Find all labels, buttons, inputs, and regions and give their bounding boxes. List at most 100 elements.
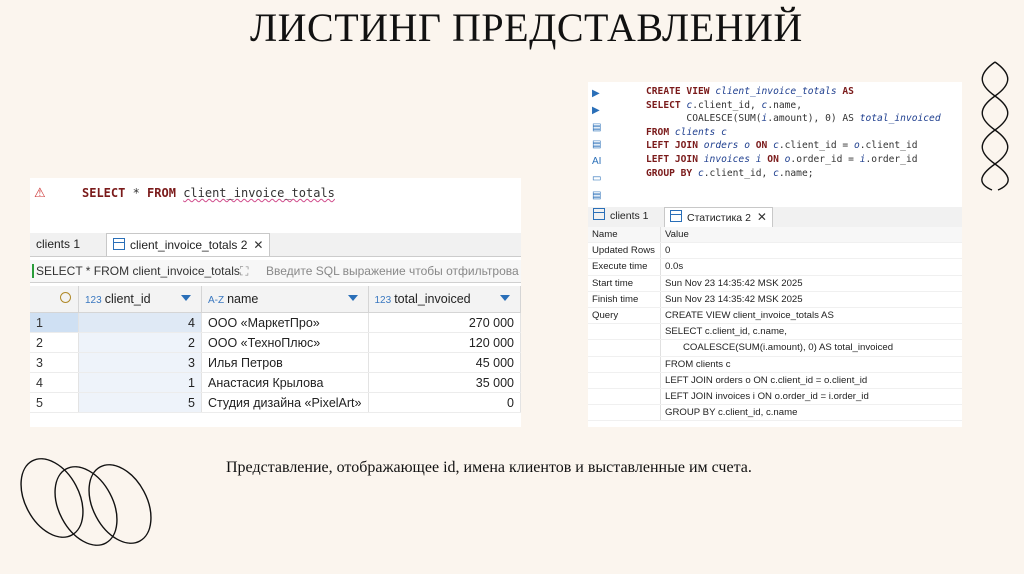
history-icon[interactable]: ▤ <box>592 136 608 153</box>
cell-name[interactable]: ООО «ТехноПлюс» <box>201 332 369 353</box>
number-type-icon: 123 <box>374 295 392 306</box>
query-line: LEFT JOIN invoices i ON o.order_id = i.o… <box>660 388 962 406</box>
column-header-name: Name <box>588 227 661 244</box>
cell-client-id[interactable]: 3 <box>78 352 202 373</box>
statistics-row[interactable]: Query CREATE VIEW client_invoice_totals A… <box>588 307 962 325</box>
cell-name[interactable]: Илья Петров <box>201 352 369 373</box>
query-line: LEFT JOIN orders o ON c.client_id = o.cl… <box>660 372 962 389</box>
row-number-header <box>30 286 79 313</box>
cell-total[interactable]: 35 000 <box>368 372 521 393</box>
decor-ellipse-3 <box>88 464 152 544</box>
tab-label: client_invoice_totals 2 <box>130 238 248 252</box>
statistics-row[interactable]: Start time Sun Nov 23 14:35:42 MSK 2025 <box>588 275 962 292</box>
code-token: .name, <box>767 99 802 111</box>
close-icon[interactable]: ✕ <box>253 238 263 252</box>
query-line-row: SELECT c.client_id, c.name, <box>588 323 962 341</box>
code-token: .amount), 0) AS <box>767 113 860 125</box>
cell-name[interactable]: ООО «МаркетПро» <box>201 312 369 333</box>
table-row[interactable]: 5 5 Студия дизайна «PixelArt» 0 <box>30 392 521 413</box>
view-statistics-screenshot: ▶ ▶ ▤ ▤ AI ▭ ▤ CREATE VIEW client_invoic… <box>588 82 962 427</box>
cell-total[interactable]: 45 000 <box>368 352 521 373</box>
sql-keyword-from: FROM <box>147 186 176 200</box>
format-icon[interactable]: ▤ <box>592 187 608 204</box>
stat-name: Finish time <box>588 291 661 308</box>
sql-star: * <box>125 186 148 200</box>
cell-total[interactable]: 0 <box>368 392 521 413</box>
code-token: clients c <box>674 126 727 138</box>
select-all-icon[interactable] <box>60 292 71 303</box>
cell-total[interactable]: 120 000 <box>368 332 521 353</box>
empty-cell <box>588 339 661 357</box>
slide-caption: Представление, отображающее id, имена кл… <box>226 459 752 476</box>
code-token: ON <box>749 140 774 152</box>
stat-value: 0 <box>660 242 962 260</box>
filter-bar[interactable]: SELECT * FROM client_invoice_totals ⛶ Вв… <box>30 260 521 283</box>
query-line: COALESCE(SUM(i.amount), 0) AS total_invo… <box>660 339 962 357</box>
table-icon <box>593 208 605 220</box>
cell-client-id[interactable]: 1 <box>78 372 202 393</box>
table-icon <box>113 238 125 250</box>
table-row[interactable]: 4 1 Анастасия Крылова 35 000 <box>30 372 521 393</box>
warning-icon: ⚠ <box>34 185 46 200</box>
slide-title: ЛИСТИНГ ПРЕДСТАВЛЕНИЙ <box>250 5 803 50</box>
tab-clients[interactable]: clients 1 <box>588 207 654 226</box>
query-line-row: COALESCE(SUM(i.amount), 0) AS total_invo… <box>588 339 962 357</box>
sort-icon[interactable] <box>347 295 358 301</box>
cell-client-id[interactable]: 4 <box>78 312 202 333</box>
query-line: FROM clients c <box>660 356 962 373</box>
code-token: COALESCE(SUM( <box>646 113 762 125</box>
statistics-table: Name Value Updated Rows 0 Execute time 0.0… <box>588 227 962 422</box>
decor-ellipse-1 <box>20 458 84 538</box>
row-number: 3 <box>30 352 79 373</box>
empty-cell <box>588 404 661 422</box>
expand-icon[interactable]: ⛶ <box>240 264 248 279</box>
table-row[interactable]: 3 3 Илья Петров 45 000 <box>30 352 521 373</box>
code-token: AS <box>836 86 854 97</box>
tab-label: clients 1 <box>610 210 649 222</box>
filter-marker <box>32 264 34 278</box>
ai-icon[interactable]: AI <box>592 153 608 170</box>
tab-client-invoice-totals[interactable]: client_invoice_totals 2 ✕ <box>106 233 271 256</box>
close-icon[interactable]: ✕ <box>757 210 767 224</box>
cell-client-id[interactable]: 5 <box>78 392 202 413</box>
tab-clients[interactable]: clients 1 <box>30 233 86 255</box>
query-line-row: FROM clients c <box>588 356 962 373</box>
column-header-total-invoiced[interactable]: 123 total_invoiced <box>368 286 521 313</box>
table-row[interactable]: 2 2 ООО «ТехноПлюс» 120 000 <box>30 332 521 353</box>
column-header-client-id[interactable]: 123 client_id <box>78 286 202 313</box>
tab-statistics[interactable]: Статистика 2 ✕ <box>664 207 773 227</box>
cell-total[interactable]: 270 000 <box>368 312 521 333</box>
run-script-icon[interactable]: ▶ <box>592 102 608 119</box>
empty-cell <box>588 372 661 389</box>
tab-label: Статистика 2 <box>687 212 751 224</box>
stat-name: Execute time <box>588 258 661 276</box>
statistics-row[interactable]: Execute time 0.0s <box>588 258 962 276</box>
filter-input[interactable]: Введите SQL выражение чтобы отфильтрова <box>266 264 519 278</box>
editor-toolbar: ▶ ▶ ▤ ▤ AI ▭ ▤ <box>592 85 608 204</box>
terminal-icon[interactable]: ▭ <box>592 170 608 187</box>
stat-name: Query <box>588 307 661 325</box>
result-tabs: clients 1 Статистика 2 ✕ <box>588 207 962 228</box>
cell-name[interactable]: Студия дизайна «PixelArt» <box>201 392 369 413</box>
statistics-row[interactable]: Finish time Sun Nov 23 14:35:42 MSK 2025 <box>588 291 962 308</box>
decor-ellipse-2 <box>54 466 118 546</box>
cell-name[interactable]: Анастасия Крылова <box>201 372 369 393</box>
sort-icon[interactable] <box>500 295 510 301</box>
query-line-row: LEFT JOIN invoices i ON o.order_id = i.o… <box>588 388 962 406</box>
sql-editor[interactable]: ⚠ SELECT * FROM client_invoice_totals <box>30 178 521 230</box>
cell-client-id[interactable]: 2 <box>78 332 202 353</box>
column-header-name[interactable]: A-Z name <box>201 286 369 313</box>
table-row[interactable]: 1 4 ООО «МаркетПро» 270 000 <box>30 312 521 333</box>
sql-view-name: client_invoice_totals <box>183 186 335 200</box>
stat-name: Start time <box>588 275 661 292</box>
query-line: GROUP BY c.client_id, c.name <box>660 404 962 422</box>
statistics-row[interactable]: Updated Rows 0 <box>588 242 962 260</box>
grid-header-row: 123 client_id A-Z name 123 total_invoiced <box>30 286 521 313</box>
sql-editor[interactable]: ▶ ▶ ▤ ▤ AI ▭ ▤ CREATE VIEW client_invoic… <box>588 82 962 202</box>
run-icon[interactable]: ▶ <box>592 85 608 102</box>
code-token: LEFT JOIN <box>646 153 704 165</box>
code-token: .client_id, <box>703 167 774 179</box>
explain-icon[interactable]: ▤ <box>592 119 608 136</box>
sort-icon[interactable] <box>181 295 191 301</box>
code-token: LEFT JOIN <box>646 140 704 152</box>
